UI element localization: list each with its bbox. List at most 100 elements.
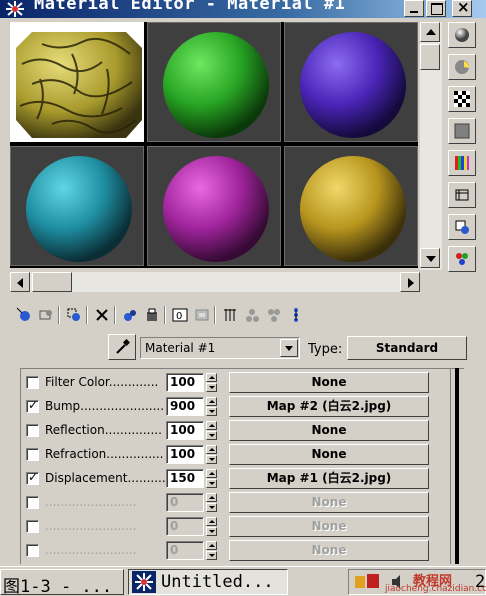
amount-spinner[interactable] [206,445,218,464]
backlight-button[interactable] [448,54,476,80]
map-button[interactable]: None [229,444,429,465]
amount-spinner[interactable] [206,397,218,416]
get-material-icon [16,307,30,321]
taskbar-item-document[interactable]: 图1-3 - ... [0,569,124,596]
scroll-down-button[interactable] [420,248,440,268]
show-map-in-viewport-button[interactable] [192,304,212,326]
sample-slot-1[interactable] [10,22,144,142]
show-end-result-icon [224,309,236,321]
make-unique-button[interactable] [120,304,140,326]
chevron-down-icon[interactable] [280,339,298,357]
map-enable-checkbox[interactable] [26,448,39,461]
slots-horizontal-scrollbar[interactable] [10,272,420,292]
map-enable-checkbox[interactable] [26,376,39,389]
arrow-right-icon [408,278,414,288]
go-forward-to-sibling-button[interactable] [264,304,284,326]
arrow-up-icon [426,29,436,35]
show-end-result-button[interactable] [220,304,240,326]
scroll-thumb[interactable] [420,44,440,70]
material-navigator-button[interactable] [286,304,306,326]
arrow-left-icon [17,278,23,288]
taskbar-item-3dsmax[interactable]: Untitled... [128,569,288,595]
map-enable-checkbox[interactable] [26,544,39,557]
amount-field[interactable]: 0 [166,541,204,560]
material-name-dropdown[interactable]: Material #1 [140,337,300,359]
assign-to-selection-button[interactable] [64,304,84,326]
window-title: Material Editor - Material #1 [34,0,346,14]
map-label: Displacement........... [45,471,170,485]
amount-field[interactable]: 100 [166,445,204,464]
horizontal-scroll-thumb[interactable] [32,272,72,292]
sample-slot-5[interactable] [147,146,281,266]
options-button[interactable] [448,214,476,240]
map-row-refraction: Refraction............... 100 None [26,443,436,465]
pick-material-from-object-button[interactable] [108,334,136,360]
map-label: Filter Color............. [45,375,159,389]
maximize-button[interactable] [426,0,446,17]
amount-spinner[interactable] [206,517,218,536]
scroll-left-button[interactable] [10,272,30,292]
sample-slots-panel [10,22,418,268]
amount-field[interactable]: 150 [166,469,204,488]
map-enable-checkbox[interactable] [26,470,39,485]
map-button[interactable]: None [229,420,429,441]
assign-to-selection-icon [67,308,80,321]
material-navigator-icon [294,308,298,322]
sample-slot-2[interactable] [147,22,281,142]
rollout-scrollbar[interactable] [450,368,466,564]
amount-spinner[interactable] [206,421,218,440]
map-row-bump: Bump...................... 900 Map #2 (白… [26,395,436,417]
material-toolbar: 0 [14,304,344,326]
reset-map-button[interactable] [92,304,112,326]
purple-sphere-preview [300,32,406,138]
make-preview-button[interactable] [448,182,476,208]
sample-slot-4[interactable] [10,146,144,266]
title-bar[interactable]: Material Editor - Material #1 × [0,0,486,18]
put-to-scene-button[interactable] [36,304,56,326]
amount-field[interactable]: 0 [166,493,204,512]
material-effects-channel-button[interactable]: 0 [170,304,190,326]
amount-field[interactable]: 0 [166,517,204,536]
go-to-parent-button[interactable] [242,304,262,326]
map-button[interactable]: None [229,372,429,393]
map-enable-checkbox[interactable] [26,496,39,509]
sample-uv-tiling-button[interactable] [448,118,476,144]
reset-map-icon [96,309,108,321]
map-enable-checkbox[interactable] [26,398,39,413]
select-by-material-button[interactable] [448,246,476,272]
amount-spinner[interactable] [206,493,218,512]
amount-field[interactable]: 100 [166,421,204,440]
map-enable-checkbox[interactable] [26,520,39,533]
put-to-scene-icon [39,310,52,320]
video-color-check-button[interactable] [448,150,476,176]
system-tray: 教程网 jiaocheng.chazidian.com 2 [348,569,486,595]
material-type-button[interactable]: Standard [347,336,467,360]
amount-field[interactable]: 900 [166,397,204,416]
material-effects-channel-icon: 0 [172,308,188,322]
amount-spinner[interactable] [206,541,218,560]
background-button[interactable] [448,86,476,112]
slots-vertical-scrollbar[interactable] [420,22,442,270]
arrow-down-icon [426,256,436,262]
3dsmax-logo-icon [132,571,156,593]
map-button[interactable]: None [229,540,429,561]
put-to-library-button[interactable] [142,304,162,326]
map-button[interactable]: None [229,492,429,513]
scroll-up-button[interactable] [420,22,440,42]
map-enable-checkbox[interactable] [26,424,39,437]
amount-field[interactable]: 100 [166,373,204,392]
amount-spinner[interactable] [206,373,218,392]
green-sphere-preview [163,32,269,138]
amount-spinner[interactable] [206,469,218,488]
map-button[interactable]: Map #2 (白云2.jpg) [229,396,429,417]
scroll-right-button[interactable] [400,272,420,292]
minimize-button[interactable] [404,0,424,17]
sample-slot-6[interactable] [284,146,418,266]
sample-type-button[interactable] [448,22,476,48]
map-button[interactable]: Map #1 (白云2.jpg) [229,468,429,489]
close-button[interactable]: × [452,0,472,17]
map-button[interactable]: None [229,516,429,537]
map-row-empty: ........................ 0 None [26,515,436,537]
get-material-button[interactable] [14,304,34,326]
sample-slot-3[interactable] [284,22,418,142]
